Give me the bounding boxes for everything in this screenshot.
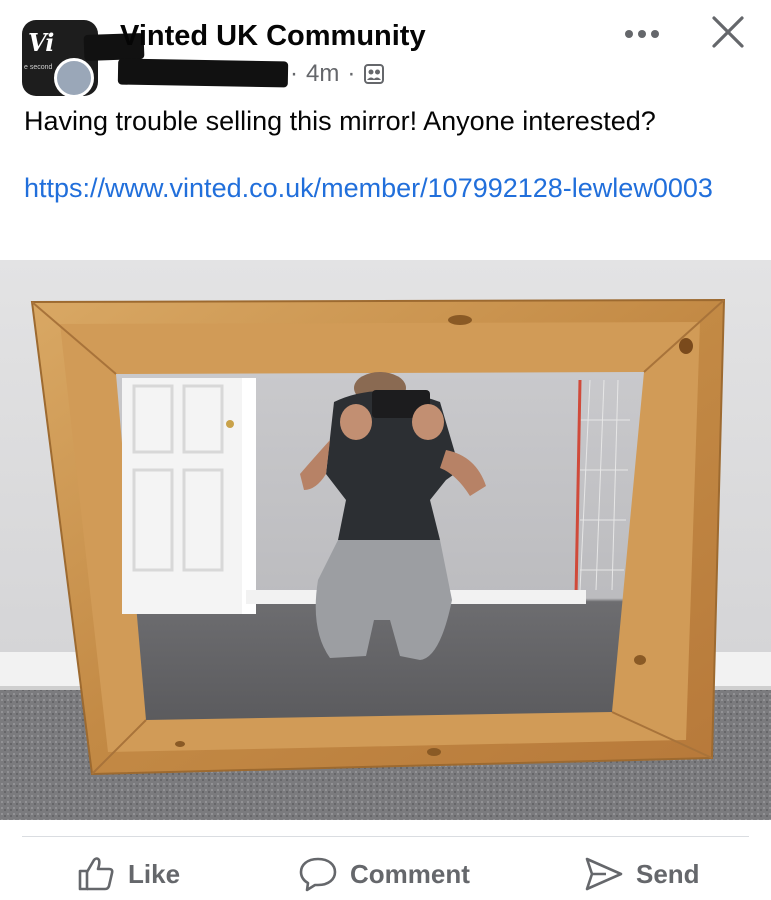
send-button[interactable]: Send (584, 848, 700, 900)
post-meta: · 4m · (290, 60, 385, 88)
group-name[interactable]: Vinted UK Community (120, 20, 426, 53)
members-icon (363, 63, 385, 85)
more-options-button[interactable] (620, 22, 664, 46)
divider (22, 836, 749, 837)
comment-button[interactable]: Comment (298, 848, 470, 900)
dot (651, 30, 659, 38)
post-photo[interactable] (0, 260, 771, 820)
like-button[interactable]: Like (76, 848, 180, 900)
avatar-logo-text: Vi (28, 28, 54, 57)
meta-separator: · (347, 60, 356, 87)
like-label: Like (128, 858, 181, 889)
action-bar: Like Comment Send (0, 848, 771, 900)
dot (638, 30, 646, 38)
thumbs-up-icon (78, 857, 114, 891)
post-text: Having trouble selling this mirror! Anyo… (24, 106, 656, 136)
member-avatar[interactable] (54, 58, 94, 98)
facebook-post: Vi e second Vinted UK Community · 4m · H… (0, 0, 771, 900)
send-arrow-icon (585, 857, 623, 891)
post-link[interactable]: https://www.vinted.co.uk/member/10799212… (24, 170, 724, 207)
post-time[interactable]: 4m (306, 60, 339, 88)
avatar-logo-subtext: e second (24, 64, 53, 71)
redaction-mark (117, 58, 289, 88)
meta-separator: · (290, 60, 298, 87)
dot (625, 30, 633, 38)
comment-bubble-icon (299, 857, 337, 892)
send-label: Send (636, 858, 700, 889)
close-icon[interactable] (710, 14, 746, 50)
comment-label: Comment (350, 858, 470, 889)
